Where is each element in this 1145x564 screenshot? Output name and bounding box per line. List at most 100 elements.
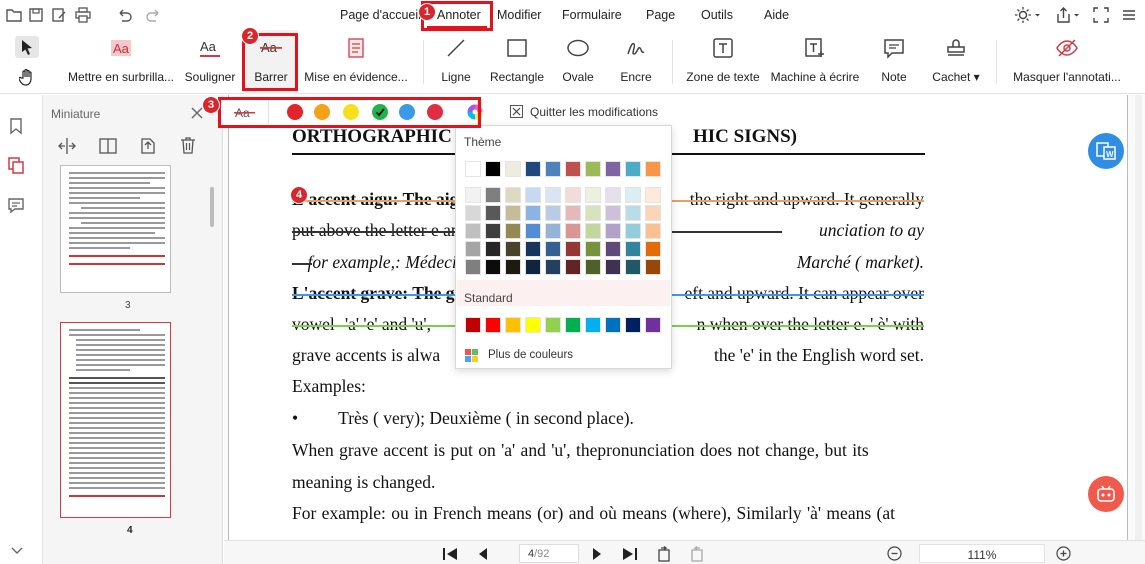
theme-shade-swatch[interactable]	[605, 259, 621, 275]
save-as-icon[interactable]	[50, 6, 68, 24]
theme-shade-swatch[interactable]	[485, 205, 501, 221]
theme-shade-swatch[interactable]	[525, 259, 541, 275]
theme-color-swatch[interactable]	[565, 161, 581, 177]
menu-form[interactable]: Formulaire	[562, 8, 622, 22]
theme-shade-swatch[interactable]	[585, 241, 601, 257]
theme-shade-swatch[interactable]	[545, 223, 561, 239]
next-page-icon[interactable]	[591, 547, 603, 561]
quit-edits-label[interactable]: Quitter les modifications	[530, 105, 658, 119]
theme-shade-swatch[interactable]	[645, 205, 661, 221]
theme-shade-swatch[interactable]	[645, 187, 661, 203]
vertical-scrollbar[interactable]	[1135, 95, 1142, 540]
area-highlight-tool[interactable]: Mise en évidence...	[304, 30, 408, 94]
theme-shade-swatch[interactable]	[645, 259, 661, 275]
delete-page-icon[interactable]	[179, 135, 197, 155]
theme-color-swatch[interactable]	[645, 161, 661, 177]
open-file-icon[interactable]	[5, 6, 23, 24]
standard-color-swatch[interactable]	[585, 317, 601, 333]
first-page-icon[interactable]	[442, 547, 458, 561]
oval-tool[interactable]: Ovale	[556, 30, 600, 94]
theme-shade-swatch[interactable]	[465, 259, 481, 275]
theme-shade-swatch[interactable]	[625, 223, 641, 239]
last-page-icon[interactable]	[622, 547, 638, 561]
rotate-forward-icon[interactable]	[689, 546, 705, 562]
more-menu-icon[interactable]	[1120, 6, 1138, 24]
previous-page-icon[interactable]	[477, 547, 489, 561]
extract-page-icon[interactable]	[139, 135, 157, 155]
collapse-chevron-icon[interactable]	[11, 547, 23, 555]
zoom-level-field[interactable]: 111%	[919, 544, 1045, 563]
typewriter-tool[interactable]: Machine à écrire	[768, 30, 862, 94]
line-tool[interactable]: Ligne	[436, 30, 476, 94]
theme-shade-swatch[interactable]	[605, 187, 621, 203]
share-icon[interactable]	[1055, 6, 1081, 24]
theme-shade-swatch[interactable]	[465, 241, 481, 257]
menu-help[interactable]: Aide	[764, 8, 789, 22]
theme-color-swatch[interactable]	[605, 161, 621, 177]
page-thumbnail-selected[interactable]	[60, 322, 171, 518]
ink-tool[interactable]: Encre	[616, 30, 656, 94]
theme-shade-swatch[interactable]	[485, 223, 501, 239]
standard-color-swatch[interactable]	[465, 317, 481, 333]
theme-shade-swatch[interactable]	[485, 259, 501, 275]
theme-shade-swatch[interactable]	[545, 241, 561, 257]
quit-edits-icon[interactable]	[510, 105, 523, 118]
theme-shade-swatch[interactable]	[505, 205, 521, 221]
convert-floating-icon[interactable]: W	[1088, 133, 1124, 169]
rectangle-tool[interactable]: Rectangle	[487, 30, 547, 94]
standard-color-swatch[interactable]	[645, 317, 661, 333]
standard-color-swatch[interactable]	[545, 317, 561, 333]
theme-shade-swatch[interactable]	[625, 187, 641, 203]
select-tool-icon[interactable]	[15, 36, 39, 58]
theme-shade-swatch[interactable]	[505, 241, 521, 257]
textbox-tool[interactable]: Zone de texte	[684, 30, 762, 94]
ai-assistant-icon[interactable]	[1088, 476, 1124, 512]
theme-shade-swatch[interactable]	[605, 205, 621, 221]
hand-tool-icon[interactable]	[19, 68, 35, 86]
save-icon[interactable]	[27, 6, 45, 24]
stamp-tool[interactable]: Cachet ▾	[928, 30, 984, 94]
theme-color-swatch[interactable]	[465, 161, 481, 177]
theme-shade-swatch[interactable]	[485, 187, 501, 203]
theme-shade-swatch[interactable]	[565, 205, 581, 221]
strikeout-mark[interactable]	[292, 263, 312, 265]
highlight-tool[interactable]: Aa Mettre en surbrilla...	[66, 30, 176, 94]
scrollbar-thumb[interactable]	[210, 187, 214, 227]
menu-home[interactable]: Page d'accueil	[340, 8, 421, 22]
standard-color-swatch[interactable]	[485, 317, 501, 333]
theme-color-swatch[interactable]	[545, 161, 561, 177]
theme-shade-swatch[interactable]	[625, 205, 641, 221]
theme-shade-swatch[interactable]	[545, 259, 561, 275]
zoom-out-icon[interactable]	[887, 546, 902, 561]
comments-icon[interactable]	[7, 196, 25, 214]
theme-shade-swatch[interactable]	[465, 205, 481, 221]
theme-color-swatch[interactable]	[485, 161, 501, 177]
thumbnails-icon[interactable]	[7, 156, 25, 174]
rotate-back-icon[interactable]	[656, 546, 672, 562]
theme-shade-swatch[interactable]	[485, 241, 501, 257]
theme-shade-swatch[interactable]	[545, 205, 561, 221]
split-pages-icon[interactable]	[57, 137, 77, 155]
theme-shade-swatch[interactable]	[565, 241, 581, 257]
theme-shade-swatch[interactable]	[505, 259, 521, 275]
replace-page-icon[interactable]	[98, 137, 118, 155]
theme-shade-swatch[interactable]	[645, 241, 661, 257]
theme-shade-swatch[interactable]	[525, 205, 541, 221]
theme-shade-swatch[interactable]	[625, 241, 641, 257]
more-colors-icon[interactable]	[465, 349, 478, 362]
theme-icon[interactable]	[1015, 6, 1041, 24]
theme-shade-swatch[interactable]	[525, 187, 541, 203]
page-thumbnail[interactable]	[60, 165, 171, 293]
theme-color-swatch[interactable]	[525, 161, 541, 177]
standard-color-swatch[interactable]	[505, 317, 521, 333]
theme-shade-swatch[interactable]	[465, 187, 481, 203]
standard-color-swatch[interactable]	[525, 317, 541, 333]
menu-edit[interactable]: Modifier	[497, 8, 541, 22]
more-colors-link[interactable]: Plus de couleurs	[488, 349, 573, 361]
theme-shade-swatch[interactable]	[565, 259, 581, 275]
theme-shade-swatch[interactable]	[585, 259, 601, 275]
theme-shade-swatch[interactable]	[465, 223, 481, 239]
undo-icon[interactable]	[115, 6, 133, 24]
theme-shade-swatch[interactable]	[585, 187, 601, 203]
theme-shade-swatch[interactable]	[585, 223, 601, 239]
